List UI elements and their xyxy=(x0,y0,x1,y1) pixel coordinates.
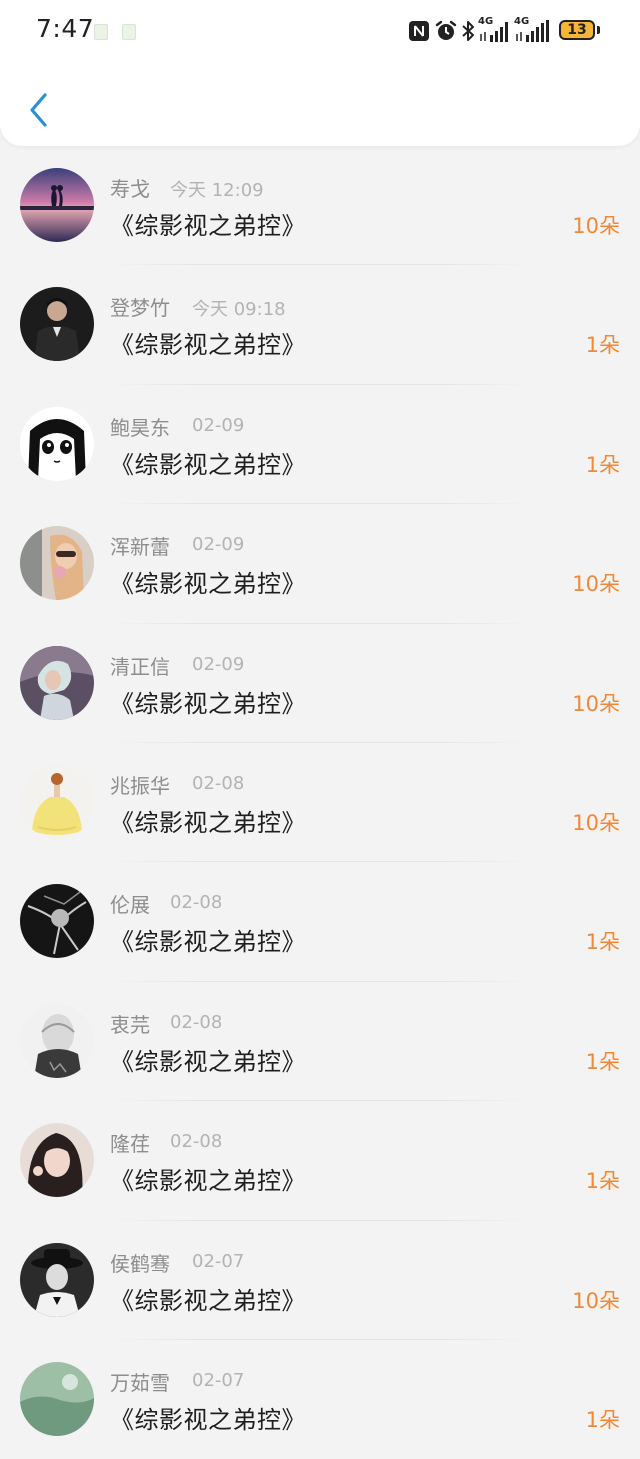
nfc-icon xyxy=(408,18,430,44)
alarm-icon xyxy=(434,18,458,44)
gift-amount: 1朵 xyxy=(585,1407,620,1432)
gift-date: 02-09 xyxy=(192,414,245,436)
avatar[interactable] xyxy=(20,287,94,362)
book-title: 《综影视之弟控》 xyxy=(110,450,306,479)
book-title: 《综影视之弟控》 xyxy=(110,570,306,599)
sender-name: 侯鹤骞 xyxy=(110,1251,170,1276)
gift-amount: 10朵 xyxy=(572,572,620,597)
avatar[interactable] xyxy=(20,1123,94,1198)
signal-icon: 4G xyxy=(514,16,554,44)
avatar[interactable] xyxy=(20,884,94,959)
network-type-label: 4G xyxy=(514,16,530,27)
list-item[interactable]: 伦展 02-08 《综影视之弟控》 1朵 xyxy=(0,862,640,982)
book-title: 《综影视之弟控》 xyxy=(110,689,306,718)
gift-date: 02-07 xyxy=(192,1250,245,1272)
avatar[interactable] xyxy=(20,1361,94,1436)
avatar[interactable] xyxy=(20,764,94,839)
gift-amount: 10朵 xyxy=(572,691,620,716)
avatar[interactable] xyxy=(20,168,94,242)
list-item[interactable]: 兆振华 02-08 《综影视之弟控》 10朵 xyxy=(0,743,640,863)
gift-date: 02-08 xyxy=(170,1011,223,1033)
gift-amount: 10朵 xyxy=(572,810,620,835)
gift-date: 02-07 xyxy=(192,1369,245,1391)
sender-name: 登梦竹 xyxy=(110,296,170,321)
list-item[interactable]: 鲍昊东 02-09 《综影视之弟控》 1朵 xyxy=(0,385,640,505)
sender-name: 伦展 xyxy=(110,893,150,918)
notification-icon xyxy=(94,24,108,40)
list-item[interactable]: 清正信 02-09 《综影视之弟控》 10朵 xyxy=(0,624,640,743)
notification-icon xyxy=(122,24,136,40)
avatar[interactable] xyxy=(20,526,94,601)
battery-tip xyxy=(597,26,600,34)
back-button[interactable] xyxy=(18,88,58,132)
gift-date: 02-08 xyxy=(192,772,245,794)
book-title: 《综影视之弟控》 xyxy=(110,331,306,360)
gift-amount: 1朵 xyxy=(585,452,620,477)
gift-date: 02-08 xyxy=(170,892,223,914)
book-title: 《综影视之弟控》 xyxy=(110,808,306,837)
gift-date: 02-09 xyxy=(192,534,245,556)
battery-icon: 13 xyxy=(559,20,595,40)
signal-icon: 4G xyxy=(478,16,512,44)
avatar[interactable] xyxy=(20,406,94,481)
gift-amount: 1朵 xyxy=(585,930,620,955)
gift-amount: 1朵 xyxy=(585,1169,620,1194)
gift-amount: 1朵 xyxy=(585,333,620,358)
list-item[interactable]: 万茹雪 02-07 《综影视之弟控》 1朵 xyxy=(0,1340,640,1459)
gift-amount: 1朵 xyxy=(585,1049,620,1074)
avatar[interactable] xyxy=(20,1003,94,1078)
book-title: 《综影视之弟控》 xyxy=(110,212,306,240)
sender-name: 寿戈 xyxy=(110,177,150,201)
gift-amount: 10朵 xyxy=(572,1288,620,1313)
gift-date: 02-08 xyxy=(170,1131,223,1153)
list-item[interactable]: 侯鹤骞 02-07 《综影视之弟控》 10朵 xyxy=(0,1221,640,1340)
book-title: 《综影视之弟控》 xyxy=(110,1286,306,1315)
book-title: 《综影视之弟控》 xyxy=(110,928,306,957)
status-bar: 7:47 4G 4G 13 xyxy=(0,0,640,64)
sender-name: 清正信 xyxy=(110,654,170,679)
gift-date: 今天 12:09 xyxy=(170,180,264,201)
status-time: 7:47 xyxy=(36,14,95,43)
list-item[interactable]: 寿戈 今天 12:09 《综影视之弟控》 10朵 xyxy=(0,146,640,266)
bluetooth-icon xyxy=(460,18,476,44)
list-item[interactable]: 登梦竹 今天 09:18 《综影视之弟控》 1朵 xyxy=(0,265,640,385)
list-item[interactable]: 浑新蕾 02-09 《综影视之弟控》 10朵 xyxy=(0,504,640,624)
avatar[interactable] xyxy=(20,645,94,720)
sender-name: 万茹雪 xyxy=(110,1370,170,1395)
network-type-label: 4G xyxy=(478,16,494,27)
gift-date: 02-09 xyxy=(192,653,245,675)
gift-date: 今天 09:18 xyxy=(192,299,286,321)
book-title: 《综影视之弟控》 xyxy=(110,1405,306,1434)
battery-level: 13 xyxy=(567,22,587,38)
sender-name: 衷芫 xyxy=(110,1012,150,1037)
book-title: 《综影视之弟控》 xyxy=(110,1047,306,1076)
sender-name: 浑新蕾 xyxy=(110,535,170,560)
avatar[interactable] xyxy=(20,1242,94,1317)
gift-amount: 10朵 xyxy=(572,214,620,238)
book-title: 《综影视之弟控》 xyxy=(110,1167,306,1196)
sender-name: 兆振华 xyxy=(110,773,170,798)
sender-name: 鲍昊东 xyxy=(110,415,170,440)
chevron-left-icon xyxy=(30,93,47,127)
list-item[interactable]: 衷芫 02-08 《综影视之弟控》 1朵 xyxy=(0,982,640,1102)
sender-name: 隆荏 xyxy=(110,1132,150,1157)
list-item[interactable]: 隆荏 02-08 《综影视之弟控》 1朵 xyxy=(0,1101,640,1221)
gift-list: 寿戈 今天 12:09 《综影视之弟控》 10朵 登梦竹 今天 09:18 《综… xyxy=(0,146,640,1459)
top-header: 7:47 4G 4G 13 xyxy=(0,0,640,146)
